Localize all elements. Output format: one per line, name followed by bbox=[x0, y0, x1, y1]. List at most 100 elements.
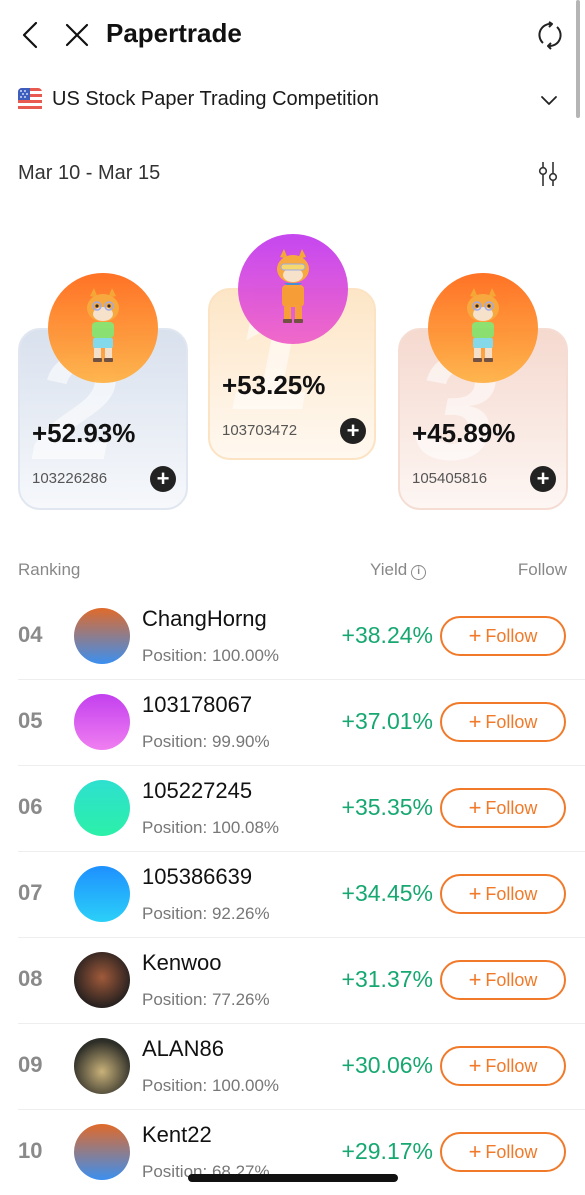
refresh-icon[interactable] bbox=[535, 20, 565, 50]
position-value: 77.26% bbox=[211, 990, 270, 1009]
follow-button[interactable]: + Follow bbox=[440, 702, 566, 742]
position-text: Position: 100.08% bbox=[142, 818, 279, 838]
avatar[interactable] bbox=[428, 273, 538, 383]
follow-button[interactable]: + Follow bbox=[440, 1132, 566, 1172]
follow-plus-button[interactable]: + bbox=[150, 466, 176, 492]
list-item[interactable]: 07 105386639 Position: 92.26% +34.45% + Follo… bbox=[18, 852, 585, 938]
competition-label: US Stock Paper Trading Competition bbox=[52, 88, 379, 110]
list-item[interactable]: 06 105227245 Position: 100.08% +35.35% + Foll… bbox=[18, 766, 585, 852]
rank-number: 09 bbox=[18, 1052, 43, 1077]
mascot-icon bbox=[87, 288, 119, 362]
position-label: Position: bbox=[142, 732, 208, 751]
podium-user-id: 103703472 bbox=[222, 422, 298, 439]
position-text: Position: 77.26% bbox=[142, 990, 270, 1010]
position-label: Position: bbox=[142, 990, 208, 1009]
user-name: ALAN86 bbox=[142, 1036, 224, 1061]
list-header: Ranking Yield i Follow bbox=[18, 558, 567, 584]
podium-yield: +52.93% bbox=[32, 418, 136, 448]
follow-button[interactable]: + Follow bbox=[440, 874, 566, 914]
follow-button[interactable]: + Follow bbox=[440, 788, 566, 828]
yield-value: +38.24% bbox=[341, 622, 433, 648]
position-label: Position: bbox=[142, 818, 208, 837]
user-name: 103178067 bbox=[142, 692, 253, 717]
avatar[interactable] bbox=[238, 234, 348, 344]
competition-selector[interactable]: US Stock Paper Trading Competition bbox=[18, 84, 563, 118]
avatar[interactable] bbox=[74, 608, 130, 664]
follow-button[interactable]: + Follow bbox=[440, 616, 566, 656]
us-flag-icon bbox=[18, 88, 42, 112]
position-value: 99.90% bbox=[211, 732, 270, 751]
follow-label: Follow bbox=[485, 712, 538, 732]
rank-number: 04 bbox=[18, 622, 43, 647]
position-label: Position: bbox=[142, 646, 208, 665]
list-item[interactable]: 04 ChangHorng Position: 100.00% +38.24% + Fol… bbox=[18, 594, 585, 680]
follow-button[interactable]: + Follow bbox=[440, 960, 566, 1000]
user-name: 105227245 bbox=[142, 778, 253, 803]
date-range: Mar 10 - Mar 15 bbox=[18, 162, 161, 184]
mascot-icon bbox=[467, 288, 499, 362]
list-item[interactable]: 09 ALAN86 Position: 100.00% +30.06% + Follow bbox=[18, 1024, 585, 1110]
yield-value: +37.01% bbox=[341, 708, 433, 734]
follow-label: Follow bbox=[485, 626, 538, 646]
list-item[interactable]: 05 103178067 Position: 99.90% +37.01% + Follo… bbox=[18, 680, 585, 766]
plus-icon: + bbox=[468, 795, 482, 820]
follow-label: Follow bbox=[485, 1142, 538, 1162]
header: Papertrade bbox=[0, 0, 585, 70]
back-icon[interactable] bbox=[18, 20, 42, 50]
filter-icon[interactable] bbox=[536, 160, 560, 188]
close-icon[interactable] bbox=[64, 22, 90, 48]
plus-icon: + bbox=[468, 709, 482, 734]
mascot-icon bbox=[277, 249, 309, 323]
list-item[interactable]: 08 Kenwoo Position: 77.26% +31.37% + Follow bbox=[18, 938, 585, 1024]
rank-number: 07 bbox=[18, 880, 43, 905]
yield-value: +34.45% bbox=[341, 880, 433, 906]
position-label: Position: bbox=[142, 1076, 208, 1095]
home-indicator bbox=[188, 1174, 398, 1182]
page-title: Papertrade bbox=[106, 18, 242, 48]
follow-plus-button[interactable]: + bbox=[340, 418, 366, 444]
info-icon[interactable]: i bbox=[411, 565, 427, 580]
position-text: Position: 100.00% bbox=[142, 1076, 279, 1096]
avatar[interactable] bbox=[48, 273, 158, 383]
avatar[interactable] bbox=[74, 1038, 130, 1094]
position-value: 92.26% bbox=[211, 904, 270, 923]
avatar[interactable] bbox=[74, 780, 130, 836]
yield-value: +29.17% bbox=[341, 1138, 433, 1164]
ranking-list: 04 ChangHorng Position: 100.00% +38.24% + Fol… bbox=[0, 594, 585, 1195]
column-ranking: Ranking bbox=[18, 560, 81, 579]
yield-value: +30.06% bbox=[341, 1052, 433, 1078]
list-item[interactable]: 10 Kent22 Position: 68.27% +29.17% + Follow bbox=[18, 1110, 585, 1195]
rank-number: 05 bbox=[18, 708, 43, 733]
user-name: 105386639 bbox=[142, 864, 253, 889]
plus-icon: + bbox=[468, 1139, 482, 1164]
rank-number: 10 bbox=[18, 1138, 43, 1163]
podium-yield: +53.25% bbox=[222, 370, 326, 400]
position-label: Position: bbox=[142, 904, 208, 923]
follow-label: Follow bbox=[485, 884, 538, 904]
scrollbar[interactable] bbox=[576, 0, 580, 118]
plus-icon: + bbox=[468, 967, 482, 992]
plus-icon: + bbox=[468, 1053, 482, 1078]
chevron-down-icon[interactable] bbox=[539, 90, 559, 110]
avatar[interactable] bbox=[74, 866, 130, 922]
follow-button[interactable]: + Follow bbox=[440, 1046, 566, 1086]
follow-plus-button[interactable]: + bbox=[530, 466, 556, 492]
rank-number: 08 bbox=[18, 966, 43, 991]
user-name: Kent22 bbox=[142, 1122, 212, 1147]
position-value: 100.00% bbox=[211, 1076, 280, 1095]
user-name: ChangHorng bbox=[142, 606, 267, 631]
podium-user-id: 103226286 bbox=[32, 470, 108, 487]
avatar[interactable] bbox=[74, 694, 130, 750]
podium-yield: +45.89% bbox=[412, 418, 516, 448]
avatar[interactable] bbox=[74, 1124, 130, 1180]
follow-label: Follow bbox=[485, 798, 538, 818]
position-text: Position: 100.00% bbox=[142, 646, 279, 666]
avatar[interactable] bbox=[74, 952, 130, 1008]
podium-user-id: 105405816 bbox=[412, 470, 488, 487]
position-text: Position: 99.90% bbox=[142, 732, 270, 752]
yield-value: +35.35% bbox=[341, 794, 433, 820]
follow-label: Follow bbox=[485, 970, 538, 990]
follow-label: Follow bbox=[485, 1056, 538, 1076]
column-yield: Yield i bbox=[370, 560, 427, 580]
plus-icon: + bbox=[468, 623, 482, 648]
